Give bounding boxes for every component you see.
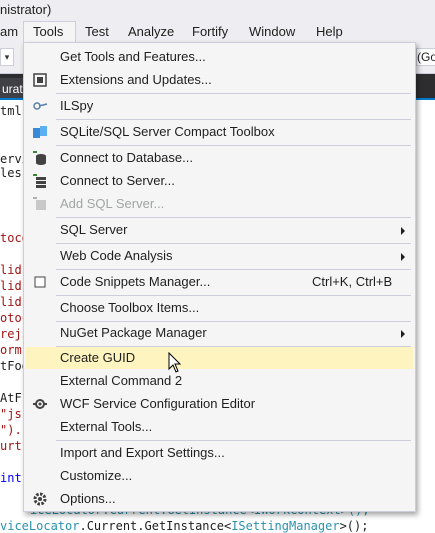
menu-item-sql-server[interactable]: SQL Server <box>26 219 413 241</box>
menu-item-shortcut: Ctrl+K, Ctrl+B <box>312 274 393 289</box>
gear-icon <box>32 491 48 507</box>
document-tab-label: urati <box>2 82 26 96</box>
menu-item-label: Options... <box>60 491 116 506</box>
code-line: les <box>0 166 22 180</box>
menu-separator <box>56 440 411 441</box>
toolbar-dropdown[interactable]: ▾ <box>0 48 14 66</box>
toolbar-attach-label: (Go <box>417 50 435 64</box>
menu-help[interactable]: Help <box>309 21 350 43</box>
tools-menu-dropdown: Get Tools and Features... Extensions and… <box>23 42 416 512</box>
menu-item-web-code-analysis[interactable]: Web Code Analysis <box>26 245 413 267</box>
menu-bar: am Tools Test Analyze Fortify Window Hel… <box>0 21 435 44</box>
menu-item-label: WCF Service Configuration Editor <box>60 396 256 411</box>
menu-item-label: NuGet Package Manager <box>60 325 207 340</box>
menu-item-label: Import and Export Settings... <box>60 445 225 460</box>
menu-test[interactable]: Test <box>78 21 116 43</box>
submenu-arrow-icon <box>401 330 405 338</box>
code-line: lid <box>0 279 22 293</box>
menu-item-label: Extensions and Updates... <box>60 72 212 87</box>
menu-item-label: Code Snippets Manager... <box>60 274 211 289</box>
code-token: ISettingManager <box>231 519 340 533</box>
code-token: .Current.GetInstance< <box>79 519 232 533</box>
wcf-config-icon <box>32 396 48 412</box>
menu-item-label: Get Tools and Features... <box>60 49 206 64</box>
code-line: "). <box>0 423 22 437</box>
code-token: >(); <box>339 519 369 533</box>
menu-item-label: Web Code Analysis <box>60 248 173 263</box>
menu-item-ilspy[interactable]: ILSpy <box>26 95 413 117</box>
code-token: viceLocator <box>0 519 80 533</box>
menu-item-customize[interactable]: Customize... <box>26 465 413 487</box>
window-title: nistrator) <box>0 2 52 17</box>
menu-item-label: External Command 2 <box>60 373 183 388</box>
menu-item-import-export-settings[interactable]: Import and Export Settings... <box>26 442 413 464</box>
ilspy-icon <box>32 98 48 114</box>
menu-item-label: Choose Toolbox Items... <box>60 300 200 315</box>
menu-item-label: Create GUID <box>60 350 136 365</box>
menu-separator <box>56 295 411 296</box>
menu-separator <box>56 269 411 270</box>
menu-separator <box>56 93 411 94</box>
chevron-down-icon: ▾ <box>4 52 10 62</box>
menu-item-connect-to-database[interactable]: Connect to Database... <box>26 147 413 169</box>
menu-item-wcf-service-configuration-editor[interactable]: WCF Service Configuration Editor <box>26 393 413 415</box>
title-bar: nistrator) <box>0 0 435 21</box>
code-line: lid <box>0 295 22 309</box>
menu-item-get-tools-and-features[interactable]: Get Tools and Features... <box>26 46 413 68</box>
menu-separator <box>56 119 411 120</box>
menu-item-label: External Tools... <box>60 419 153 434</box>
menu-fortify[interactable]: Fortify <box>185 21 235 43</box>
menu-item-code-snippets-manager[interactable]: Code Snippets Manager... Ctrl+K, Ctrl+B <box>26 271 413 293</box>
menu-item-sqlite-toolbox[interactable]: SQLite/SQL Server Compact Toolbox <box>26 121 413 143</box>
menu-item-choose-toolbox-items[interactable]: Choose Toolbox Items... <box>26 297 413 319</box>
menu-item-label: SQLite/SQL Server Compact Toolbox <box>60 124 275 139</box>
menu-separator <box>56 243 411 244</box>
menu-item-connect-to-server[interactable]: Connect to Server... <box>26 170 413 192</box>
submenu-arrow-icon <box>401 227 405 235</box>
menu-item-external-tools[interactable]: External Tools... <box>26 416 413 438</box>
code-line: viceLocator.Current.GetInstance<ISetting… <box>0 519 368 533</box>
menu-team[interactable]: am <box>0 21 25 43</box>
checkbox-icon <box>32 274 48 290</box>
menu-separator <box>56 217 411 218</box>
code-line: tml <box>0 104 22 118</box>
toolbar-attach-combo[interactable]: (Go <box>416 48 435 66</box>
menu-item-label: ILSpy <box>60 98 94 113</box>
menu-item-nuget-package-manager[interactable]: NuGet Package Manager <box>26 322 413 344</box>
add-sql-server-icon <box>32 196 48 212</box>
menu-analyze[interactable]: Analyze <box>121 21 181 43</box>
code-line: AtF <box>0 391 22 405</box>
menu-item-create-guid[interactable]: Create GUID <box>26 347 413 369</box>
connect-server-icon <box>32 173 48 189</box>
menu-item-add-sql-server[interactable]: Add SQL Server... <box>26 193 413 215</box>
connect-database-icon <box>32 150 48 166</box>
code-line: lid <box>0 263 22 277</box>
menu-separator <box>56 145 411 146</box>
mouse-cursor-icon <box>168 351 182 374</box>
menu-item-label: SQL Server <box>60 222 128 237</box>
menu-window[interactable]: Window <box>242 21 302 43</box>
submenu-arrow-icon <box>401 253 405 261</box>
menu-item-options[interactable]: Options... <box>26 488 413 510</box>
menu-item-extensions-and-updates[interactable]: Extensions and Updates... <box>26 69 413 91</box>
menu-item-label: Connect to Database... <box>60 150 193 165</box>
menu-item-label: Connect to Server... <box>60 173 175 188</box>
menu-item-external-command-2[interactable]: External Command 2 <box>26 370 413 392</box>
menu-tools[interactable]: Tools <box>23 21 76 44</box>
menu-item-label: Add SQL Server... <box>60 196 165 211</box>
sqlite-toolbox-icon <box>32 124 48 140</box>
extensions-icon <box>32 72 48 88</box>
menu-item-label: Customize... <box>60 468 133 483</box>
